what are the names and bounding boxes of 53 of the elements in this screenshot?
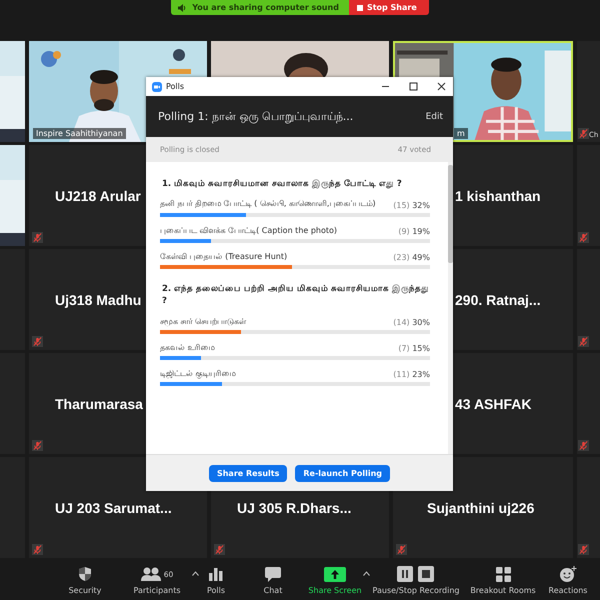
caret-icon[interactable] xyxy=(363,568,370,578)
reactions-button[interactable]: Reactions xyxy=(546,566,590,594)
window-title: Polls xyxy=(166,82,184,91)
grid-icon xyxy=(496,566,510,582)
sharing-sound-text: You are sharing computer sound xyxy=(192,3,339,12)
participant-name: Sujanthini uj226 xyxy=(426,500,534,516)
security-button[interactable]: Security xyxy=(62,566,108,594)
edit-link[interactable]: Edit xyxy=(426,112,443,122)
answer-text: தகவல் உரிமை xyxy=(160,342,215,353)
poll-action-button[interactable]: Re-launch Polling xyxy=(295,464,390,482)
share-screen-icon xyxy=(324,566,346,582)
caret-icon[interactable] xyxy=(192,568,199,578)
breakout-button[interactable]: Breakout Rooms xyxy=(468,566,538,594)
pause-stop-icon xyxy=(397,566,435,582)
people-icon xyxy=(140,567,161,581)
participant-name-label: Inspire Saahithiyanan xyxy=(33,128,126,139)
stop-icon xyxy=(356,4,363,10)
answer-text: டிஜிட்டல் குடியுரிமை xyxy=(160,368,236,380)
answer-result: (23) 49% xyxy=(393,252,430,262)
shield-icon xyxy=(78,566,92,582)
answer-text: கேள்வி புதையல் (Treasure Hunt) xyxy=(160,250,288,262)
participant-name: UJ218 Arular xyxy=(54,188,141,204)
participant-name: UJ 305 R.Dhars... xyxy=(236,500,352,516)
poll-action-button[interactable]: Share Results xyxy=(208,464,288,482)
answer-text: சமூக சார் செயற்பாடுகள் xyxy=(160,316,246,327)
poll-question: 2. எந்த தலைப்பை பற்றி அறிய மிகவும் சுவாரசியமாக இருந்தது ? xyxy=(162,282,430,308)
participant-name: 43 ASHFAK xyxy=(454,396,532,412)
answer-result: (11) 23% xyxy=(393,370,430,380)
answer-result: (14) 30% xyxy=(393,318,430,327)
participant-name: Uj318 Madhu xyxy=(54,292,142,308)
stop-share-button[interactable]: Stop Share xyxy=(348,0,429,15)
participant-name: 290. Ratnaj... xyxy=(454,292,541,308)
participant-name: 1 kishanthan xyxy=(454,188,541,204)
poll-title: Polling 1: நான் ஒரு பொறுப்புவாய்ந்... xyxy=(158,110,354,124)
answer-result: (15) 32% xyxy=(393,200,430,210)
recording-button[interactable]: Pause/Stop Recording xyxy=(370,566,462,594)
participant-name-label: m xyxy=(454,128,468,139)
participant-name: Tharumarasa xyxy=(54,396,143,412)
chat-button[interactable]: Chat xyxy=(255,566,291,594)
answer-result: (7) 15% xyxy=(398,344,430,353)
share-button[interactable]: Share Screen xyxy=(307,566,363,594)
participant-name: UJ 203 Sarumat... xyxy=(54,500,172,516)
answer-text: தனி நபர் திறமை போட்டி ( செல்பி, காணொளி,புகைப்படம்) xyxy=(160,198,376,210)
polls-button[interactable]: Polls xyxy=(199,566,233,594)
bar-chart-icon xyxy=(209,567,223,581)
scrollbar-thumb[interactable] xyxy=(448,165,453,263)
poll-question: 1. மிகவும் சுவாரசியமான சவாலாக இருந்த போட்டி எது ? xyxy=(162,178,403,190)
chat-icon xyxy=(265,566,281,582)
answer-result: (9) 19% xyxy=(398,226,430,236)
answer-text: புகைப்பட விளக்க போட்டி( Caption the photo) xyxy=(160,224,338,236)
smiley-plus-icon xyxy=(559,566,577,582)
speaker-icon xyxy=(178,4,186,12)
camera-app-icon xyxy=(152,82,162,92)
